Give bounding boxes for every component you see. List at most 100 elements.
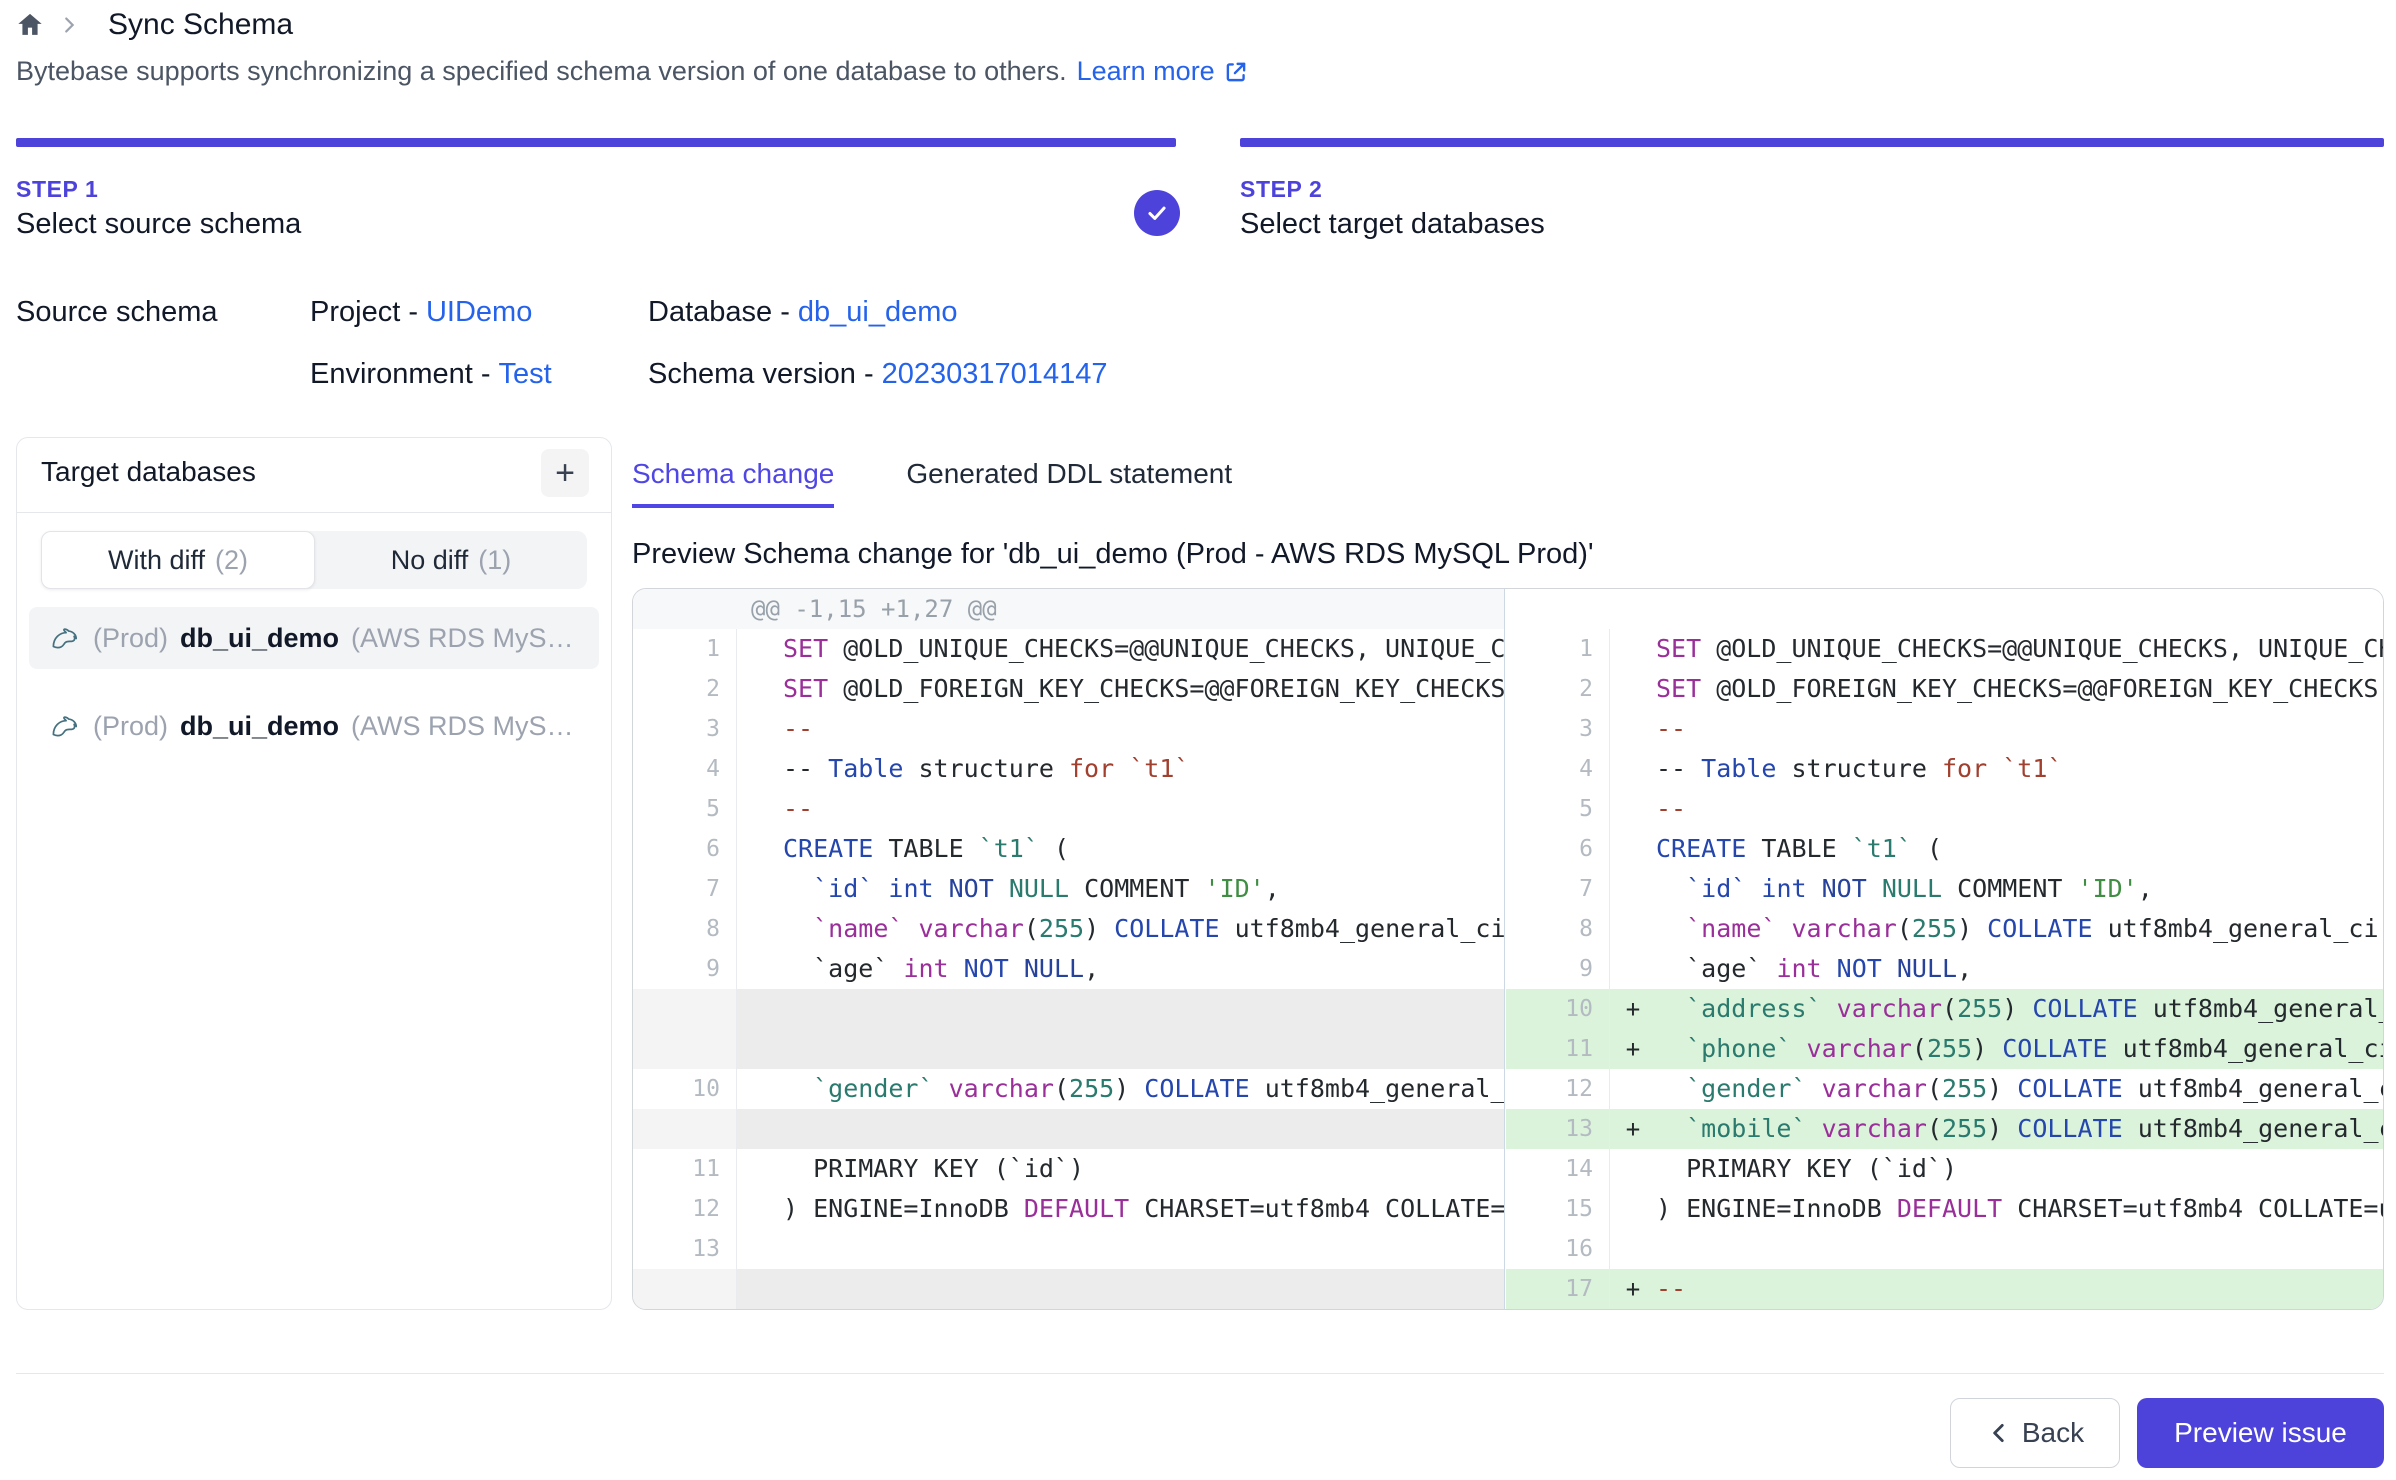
line-number: 7 (633, 869, 737, 909)
line-number: 5 (1506, 789, 1610, 829)
code-line (783, 1269, 1504, 1309)
code-line: `mobile` varchar(255) COLLATE utf8mb4_ge… (1656, 1109, 2383, 1149)
diff-row: 5 -- (1506, 789, 2383, 829)
code-line: `phone` varchar(255) COLLATE utf8mb4_gen… (1656, 1029, 2383, 1069)
home-icon[interactable] (16, 11, 44, 39)
database-label: Database - (648, 296, 790, 328)
diff-marker: + (1610, 1109, 1656, 1149)
code-line: SET @OLD_UNIQUE_CHECKS=@@UNIQUE_CHECKS, … (1656, 629, 2383, 669)
step2-label: STEP 2 (1240, 176, 1322, 203)
target-db-item[interactable]: (Prod) db_ui_demo (AWS RDS MySQL Prod) (29, 695, 599, 757)
db-instance: (AWS RDS MySQL Prod) (351, 711, 581, 742)
db-name: db_ui_demo (180, 623, 339, 654)
tab-no-diff-label: No diff (391, 545, 469, 576)
line-number: 6 (1506, 829, 1610, 869)
environment-field: Environment -Test (310, 358, 552, 391)
mysql-icon (47, 621, 81, 655)
diff-row: 2SET @OLD_FOREIGN_KEY_CHECKS=@@FOREIGN_K… (1506, 669, 2383, 709)
diff-marker (1610, 829, 1656, 869)
diff-marker (737, 989, 783, 1029)
diff-marker (737, 1229, 783, 1269)
learn-more-link[interactable]: Learn more (1077, 56, 1249, 87)
line-number: 14 (1506, 1149, 1610, 1189)
diff-marker (737, 789, 783, 829)
diff-row: 12 ) ENGINE=InnoDB DEFAULT CHARSET=utf8mb… (633, 1189, 1504, 1229)
line-number: 12 (1506, 1069, 1610, 1109)
project-link[interactable]: UIDemo (426, 296, 532, 328)
diff-marker (1610, 869, 1656, 909)
diff-row: 3-- (1506, 709, 2383, 749)
diff-pane-source: @@ -1,15 +1,27 @@1SET @OLD_UNIQUE_CHECKS… (633, 589, 1505, 1309)
line-number: 2 (633, 669, 737, 709)
code-line: -- (1656, 1269, 2383, 1309)
schema-version-link[interactable]: 20230317014147 (882, 358, 1108, 390)
diff-row: 4-- Table structure for `t1` (633, 749, 1504, 789)
line-number (633, 989, 737, 1029)
back-button[interactable]: Back (1950, 1398, 2120, 1468)
database-link[interactable]: db_ui_demo (798, 296, 958, 328)
line-number: 9 (633, 949, 737, 989)
diff-row (633, 1029, 1504, 1069)
mysql-icon (47, 709, 81, 743)
line-number (633, 1269, 737, 1309)
target-db-item[interactable]: (Prod) db_ui_demo (AWS RDS MySQL Prod) (29, 607, 599, 669)
code-line (783, 1029, 1504, 1069)
code-line: -- Table structure for `t1` (783, 749, 1504, 789)
line-number: 6 (633, 829, 737, 869)
code-line: ) ENGINE=InnoDB DEFAULT CHARSET=utf8mb4 … (1656, 1189, 2383, 1229)
diff-marker (737, 1269, 783, 1309)
diff-marker (737, 1149, 783, 1189)
diff-row: 13+ `mobile` varchar(255) COLLATE utf8mb… (1506, 1109, 2383, 1149)
add-target-database-button[interactable]: + (541, 449, 589, 497)
diff-row: 9 `age` int NOT NULL, (633, 949, 1504, 989)
tab-no-diff[interactable]: No diff (1) (315, 531, 587, 589)
diff-row: 7 `id` int NOT NULL COMMENT 'ID', (633, 869, 1504, 909)
external-link-icon (1223, 59, 1249, 85)
environment-link[interactable]: Test (499, 358, 552, 390)
diff-row: 5-- (633, 789, 1504, 829)
code-line: SET @OLD_FOREIGN_KEY_CHECKS=@@FOREIGN_KE… (783, 669, 1504, 709)
diff-marker (1610, 789, 1656, 829)
chevron-left-icon (1986, 1420, 2012, 1446)
code-line: `gender` varchar(255) COLLATE utf8mb4_ge… (783, 1069, 1504, 1109)
diff-hunk-row: @@ -1,15 +1,27 @@ (633, 589, 1504, 629)
code-line: -- (1656, 789, 2383, 829)
diff-marker (737, 949, 783, 989)
tab-schema-change[interactable]: Schema change (632, 458, 834, 508)
tab-generated-ddl[interactable]: Generated DDL statement (906, 458, 1232, 508)
diff-marker (1610, 1069, 1656, 1109)
page-description: Bytebase supports synchronizing a specif… (16, 56, 1249, 87)
code-line: ) ENGINE=InnoDB DEFAULT CHARSET=utf8mb4 … (783, 1189, 1504, 1229)
diff-row: 11 PRIMARY KEY (`id`) (633, 1149, 1504, 1189)
diff-marker (1610, 629, 1656, 669)
diff-marker (1610, 909, 1656, 949)
preview-issue-button[interactable]: Preview issue (2137, 1398, 2384, 1468)
line-number: 1 (633, 629, 737, 669)
diff-marker (737, 1029, 783, 1069)
diff-marker (737, 1069, 783, 1109)
diff-pane-target: 1SET @OLD_UNIQUE_CHECKS=@@UNIQUE_CHECKS,… (1506, 589, 2383, 1309)
diff-row (633, 1269, 1504, 1309)
line-number: 12 (633, 1189, 737, 1229)
diff-row: 8 `name` varchar(255) COLLATE utf8mb4_ge… (1506, 909, 2383, 949)
sync-schema-page: Sync Schema Bytebase supports synchroniz… (0, 0, 2396, 1480)
diff-marker (1610, 949, 1656, 989)
db-environment: (Prod) (93, 711, 168, 742)
target-databases-title: Target databases (41, 456, 256, 488)
tab-with-diff[interactable]: With diff (2) (41, 531, 315, 589)
code-line: `address` varchar(255) COLLATE utf8mb4_g… (1656, 989, 2383, 1029)
environment-label: Environment - (310, 358, 491, 390)
code-line (1656, 1229, 2383, 1269)
diff-marker (737, 709, 783, 749)
code-line: -- (783, 789, 1504, 829)
line-number: 15 (1506, 1189, 1610, 1229)
diff-row: 6CREATE TABLE `t1` ( (633, 829, 1504, 869)
diff-marker (737, 749, 783, 789)
database-field: Database -db_ui_demo (648, 296, 958, 329)
diff-row: 3-- (633, 709, 1504, 749)
diff-marker (737, 869, 783, 909)
diff-row: 12 `gender` varchar(255) COLLATE utf8mb4… (1506, 1069, 2383, 1109)
schema-version-label: Schema version - (648, 358, 874, 390)
diff-marker (1610, 749, 1656, 789)
code-line: `gender` varchar(255) COLLATE utf8mb4_ge… (1656, 1069, 2383, 1109)
